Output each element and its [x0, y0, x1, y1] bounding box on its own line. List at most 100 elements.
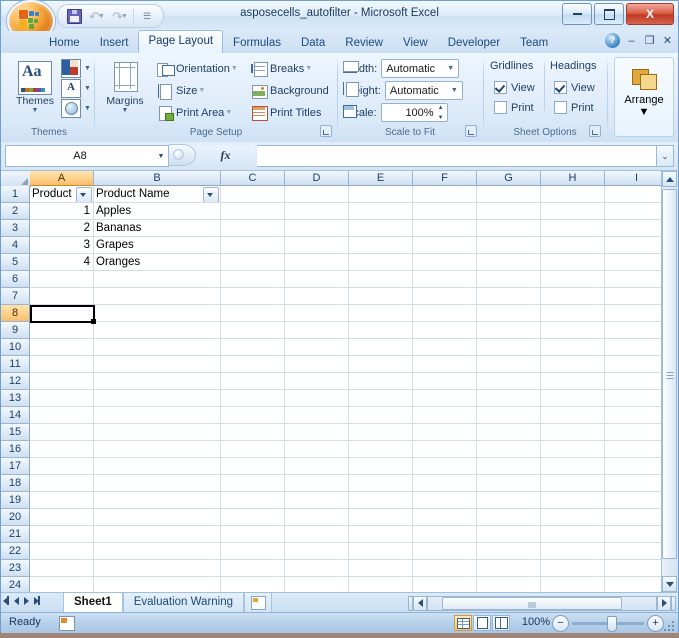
vertical-scroll-thumb[interactable]: [662, 189, 677, 559]
cell-G17[interactable]: [477, 458, 541, 475]
cell-F1[interactable]: [413, 186, 477, 203]
cell-I18[interactable]: [605, 475, 669, 492]
theme-fonts-button[interactable]: A ▼: [61, 79, 97, 98]
name-box-chevron-down-icon[interactable]: ▼: [154, 153, 168, 160]
cell-D7[interactable]: [285, 288, 349, 305]
cell-E5[interactable]: [349, 254, 413, 271]
cell-A15[interactable]: [30, 424, 94, 441]
cell-I13[interactable]: [605, 390, 669, 407]
cell-C6[interactable]: [221, 271, 285, 288]
cell-B5[interactable]: Oranges: [94, 254, 221, 271]
zoom-out-button[interactable]: −: [552, 614, 569, 632]
breaks-button[interactable]: Breaks ▼: [249, 58, 314, 79]
horizontal-scrollbar[interactable]: [408, 595, 676, 611]
horizontal-scroll-thumb[interactable]: [442, 596, 622, 610]
cell-B6[interactable]: [94, 271, 221, 288]
prev-sheet-icon[interactable]: [14, 596, 19, 605]
cell-G14[interactable]: [477, 407, 541, 424]
cell-G13[interactable]: [477, 390, 541, 407]
tab-insert[interactable]: Insert: [90, 32, 139, 53]
cell-E11[interactable]: [349, 356, 413, 373]
normal-view-button[interactable]: [454, 615, 472, 631]
gridlines-view-checkbox[interactable]: View: [494, 81, 535, 94]
cell-F4[interactable]: [413, 237, 477, 254]
column-header-A[interactable]: A: [30, 171, 94, 186]
cell-A3[interactable]: 2: [30, 220, 94, 237]
gridlines-print-checkbox[interactable]: Print: [494, 101, 534, 114]
cell-F2[interactable]: [413, 203, 477, 220]
cell-C1[interactable]: [221, 186, 285, 203]
select-all-corner-button[interactable]: [1, 171, 31, 187]
cell-G22[interactable]: [477, 543, 541, 560]
row-header-10[interactable]: 10: [1, 339, 30, 356]
cell-C19[interactable]: [221, 492, 285, 509]
insert-worksheet-button[interactable]: [244, 593, 273, 613]
cell-G10[interactable]: [477, 339, 541, 356]
cell-A14[interactable]: [30, 407, 94, 424]
cell-E9[interactable]: [349, 322, 413, 339]
formula-input[interactable]: [257, 145, 658, 167]
margins-button[interactable]: Margins ▼: [97, 59, 153, 114]
print-titles-button[interactable]: Print Titles: [249, 102, 323, 123]
cell-D13[interactable]: [285, 390, 349, 407]
tab-review[interactable]: Review: [335, 32, 393, 53]
cell-E17[interactable]: [349, 458, 413, 475]
cell-F15[interactable]: [413, 424, 477, 441]
maximize-window-button[interactable]: [594, 3, 624, 25]
cell-E20[interactable]: [349, 509, 413, 526]
cell-G2[interactable]: [477, 203, 541, 220]
cell-H2[interactable]: [541, 203, 605, 220]
window-resize-grip-icon[interactable]: [664, 619, 676, 631]
cell-C2[interactable]: [221, 203, 285, 220]
arrange-button[interactable]: Arrange ▼: [614, 57, 674, 137]
cell-B13[interactable]: [94, 390, 221, 407]
cell-F23[interactable]: [413, 560, 477, 577]
cell-I4[interactable]: [605, 237, 669, 254]
cell-D21[interactable]: [285, 526, 349, 543]
cell-H14[interactable]: [541, 407, 605, 424]
cell-I3[interactable]: [605, 220, 669, 237]
cell-I15[interactable]: [605, 424, 669, 441]
cell-C12[interactable]: [221, 373, 285, 390]
scroll-up-button[interactable]: [662, 171, 677, 187]
cell-D8[interactable]: [285, 305, 349, 322]
cell-D6[interactable]: [285, 271, 349, 288]
cell-E7[interactable]: [349, 288, 413, 305]
cell-I12[interactable]: [605, 373, 669, 390]
row-header-1[interactable]: 1: [1, 186, 30, 203]
cell-C4[interactable]: [221, 237, 285, 254]
cell-E2[interactable]: [349, 203, 413, 220]
row-header-13[interactable]: 13: [1, 390, 30, 407]
cell-D17[interactable]: [285, 458, 349, 475]
cell-I11[interactable]: [605, 356, 669, 373]
background-button[interactable]: Background: [249, 80, 331, 101]
cell-I9[interactable]: [605, 322, 669, 339]
cell-A5[interactable]: 4: [30, 254, 94, 271]
cell-G23[interactable]: [477, 560, 541, 577]
cell-E6[interactable]: [349, 271, 413, 288]
cell-I17[interactable]: [605, 458, 669, 475]
cell-G11[interactable]: [477, 356, 541, 373]
cell-D23[interactable]: [285, 560, 349, 577]
horizontal-scroll-track[interactable]: [427, 595, 657, 611]
cell-I22[interactable]: [605, 543, 669, 560]
cell-B15[interactable]: [94, 424, 221, 441]
cell-A17[interactable]: [30, 458, 94, 475]
zoom-track[interactable]: [572, 615, 644, 632]
redo-button[interactable]: ↷ ▼: [110, 7, 130, 25]
name-box[interactable]: A8 ▼: [5, 145, 169, 167]
autofilter-dropdown-A1[interactable]: [76, 187, 92, 202]
cell-A13[interactable]: [30, 390, 94, 407]
cell-I19[interactable]: [605, 492, 669, 509]
headings-view-checkbox[interactable]: View: [554, 81, 595, 94]
scroll-right-button[interactable]: [657, 595, 671, 611]
minimize-window-button[interactable]: [562, 3, 592, 25]
cell-A8[interactable]: [30, 305, 94, 322]
cell-I2[interactable]: [605, 203, 669, 220]
cell-B2[interactable]: Apples: [94, 203, 221, 220]
cell-F17[interactable]: [413, 458, 477, 475]
cell-A11[interactable]: [30, 356, 94, 373]
column-header-G[interactable]: G: [477, 171, 541, 186]
cell-D10[interactable]: [285, 339, 349, 356]
cell-E4[interactable]: [349, 237, 413, 254]
